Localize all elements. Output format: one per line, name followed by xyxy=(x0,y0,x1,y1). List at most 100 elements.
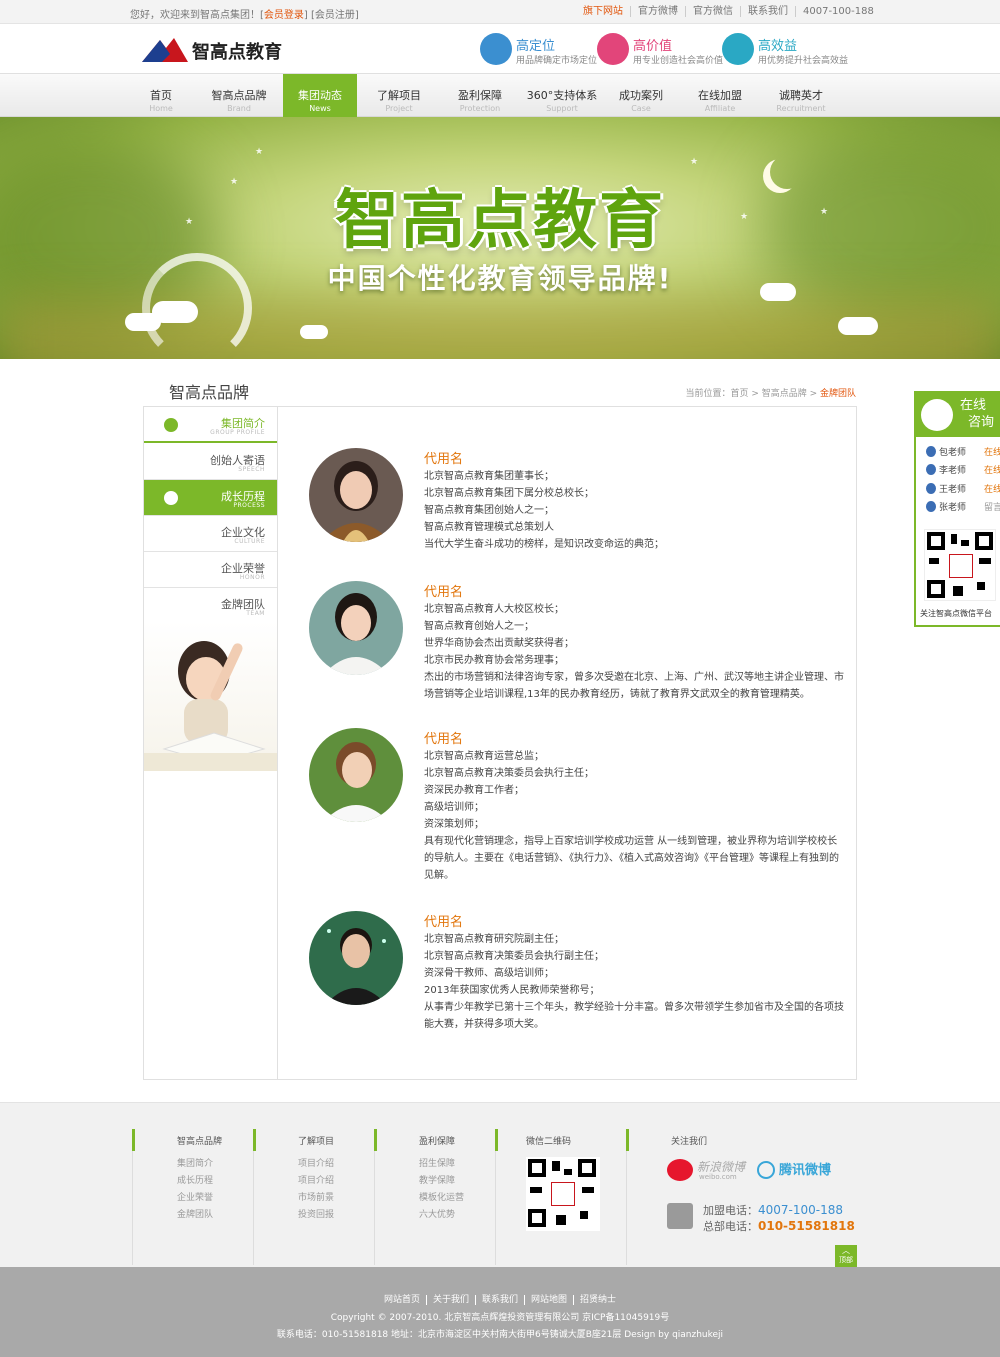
agent-avatar-icon xyxy=(926,464,936,475)
bottom-link-about[interactable]: 关于我们 xyxy=(425,1295,475,1305)
mountain-icon xyxy=(164,491,178,505)
wechat-qr-code xyxy=(526,1157,600,1231)
agent-name: 李老师 xyxy=(939,466,967,476)
register-link[interactable]: 会员注册 xyxy=(315,10,355,21)
nav-label: 了解项目 xyxy=(377,89,421,102)
footer-link[interactable]: 集团简介 xyxy=(177,1156,213,1169)
nav-brand[interactable]: 智高点品牌 Brand xyxy=(202,74,276,117)
team-member: 代用名 北京智高点教育运营总监； 北京智高点教育决策委员会执行主任； 资深民办教… xyxy=(309,728,849,888)
header: 智高点教育 高定位 用品牌确定市场定位 高价值 用专业创造社会高价值 高效益 用… xyxy=(0,24,1000,74)
logo-mountain-icon xyxy=(142,38,188,62)
cloud-icon xyxy=(838,317,878,335)
nav-label: 在线加盟 xyxy=(698,89,742,102)
nav-protection[interactable]: 盈利保障 Protection xyxy=(443,74,517,117)
member-name: 代用名 xyxy=(424,585,464,600)
sidebar-item-speech[interactable]: 创始人寄语 SPEECH xyxy=(144,444,277,480)
login-link[interactable]: 会员登录 xyxy=(264,10,304,21)
footer-link[interactable]: 项目介绍 xyxy=(298,1173,334,1186)
sidebar-item-process[interactable]: 成长历程 PROCESS xyxy=(144,480,277,516)
member-line: 世界华商协会杰出贡献奖获得者； xyxy=(424,638,574,649)
footer-link[interactable]: 市场前景 xyxy=(298,1190,334,1203)
footer-link[interactable]: 项目介绍 xyxy=(298,1156,334,1169)
footer-heading: 关注我们 xyxy=(671,1137,708,1147)
banner-title: 智高点教育 xyxy=(335,184,665,258)
footer-link[interactable]: 六大优势 xyxy=(419,1207,455,1220)
bottom-link-home[interactable]: 网站首页 xyxy=(378,1295,426,1305)
footer-link[interactable]: 企业荣誉 xyxy=(177,1190,213,1203)
sidebar-item-sublabel: SPEECH xyxy=(238,466,265,473)
star-icon: ★ xyxy=(255,147,264,157)
section-title: 智高点品牌 xyxy=(169,383,250,402)
member-description: 北京智高点教育运营总监； 北京智高点教育决策委员会执行主任； 资深民办教育工作者… xyxy=(424,748,844,884)
agent-avatar-icon xyxy=(926,446,936,457)
nav-support[interactable]: 360°支持体系 Support xyxy=(522,74,602,117)
footer-col-protection: 盈利保障 招生保障 教学保障 模板化运营 六大优势 xyxy=(374,1129,494,1265)
feature-sub: 用专业创造社会高价值 xyxy=(633,56,724,66)
top-link-sites[interactable]: 旗下网站 xyxy=(576,6,630,17)
nav-project[interactable]: 了解项目 Project xyxy=(362,74,436,117)
member-photo xyxy=(309,911,403,1005)
back-to-top-button[interactable]: ︿ 顶部 xyxy=(835,1245,857,1267)
nav-home[interactable]: 首页 Home xyxy=(124,74,198,117)
team-member: 代用名 北京智高点教育集团董事长； 北京智高点教育集团下属分校总校长； 智高点教… xyxy=(309,448,849,568)
nav-label: 盈利保障 xyxy=(458,89,502,102)
sidebar-item-profile[interactable]: 集团简介 GROUP PROFILE xyxy=(144,407,277,443)
breadcrumb-path[interactable]: 当前位置：首页 > 智高点品牌 > xyxy=(685,389,820,399)
bottom-link-sitemap[interactable]: 网站地图 xyxy=(524,1295,574,1305)
agent-status: 在线 xyxy=(984,448,1000,458)
breadcrumb: 当前位置：首页 > 智高点品牌 > 金牌团队 xyxy=(685,386,856,399)
agent-avatar-icon xyxy=(926,501,936,512)
sidebar-item-sublabel: PROCESS xyxy=(233,502,265,509)
sidebar-item-sublabel: HONOR xyxy=(239,574,265,581)
copyright-bar: 网站首页 关于我们 联系我们 网站地图 招贤纳士 Copyright © 2007-20… xyxy=(0,1267,1000,1357)
online-consult-panel: 在线 咨询 包老师 在线 李老师 在线 王老师 在线 张老师 留言 关注智高点微信平台 xyxy=(914,391,1000,627)
nav-news[interactable]: 集团动态 News xyxy=(283,74,357,117)
footer-accent xyxy=(374,1129,377,1151)
logo[interactable]: 智高点教育 xyxy=(140,34,285,66)
footer-link[interactable]: 成长历程 xyxy=(177,1173,213,1186)
chart-icon xyxy=(597,33,629,65)
member-line: 当代大学生奋斗成功的榜样，是知识改变命运的典范； xyxy=(424,539,664,550)
nav-sublabel: Case xyxy=(631,104,651,113)
nav-sublabel: News xyxy=(309,104,331,113)
hq-phone: 总部电话：010-51581818 xyxy=(703,1218,855,1234)
footer-heading: 盈利保障 xyxy=(419,1137,456,1147)
top-link-weibo[interactable]: 官方微博 xyxy=(630,6,685,17)
footer-link[interactable]: 模板化运营 xyxy=(419,1190,464,1203)
member-description: 北京智高点教育人大校区校长； 智高点教育创始人之一； 世界华商协会杰出贡献奖获得… xyxy=(424,601,844,703)
agent-name: 王老师 xyxy=(939,485,967,495)
top-phone: 4007-100-188 xyxy=(795,6,881,17)
sidebar-item-sublabel: CULTURE xyxy=(234,538,265,545)
tencent-label: 腾讯微博 xyxy=(779,1163,832,1178)
footer-link[interactable]: 招生保障 xyxy=(419,1156,455,1169)
address-text: 联系电话：010-51581818 地址：北京市海淀区中关村南大街甲6号铸诚大厦… xyxy=(276,1330,724,1340)
footer-accent xyxy=(626,1129,629,1151)
top-link-wechat[interactable]: 官方微信 xyxy=(685,6,740,17)
nav-recruitment[interactable]: 诚聘英才 Recruitment xyxy=(764,74,838,117)
member-line: 2013年获国家优秀人民教师荣誉称号； xyxy=(424,985,600,996)
consult-title-line: 咨询 xyxy=(968,415,995,430)
phone-number: 4007-100-188 xyxy=(758,1203,844,1217)
bottom-link-contact[interactable]: 联系我们 xyxy=(474,1295,524,1305)
tencent-weibo-link[interactable]: 腾讯微博 xyxy=(757,1157,847,1183)
nav-affiliate[interactable]: 在线加盟 Affiliate xyxy=(683,74,757,117)
member-line: 北京智高点教育决策委员会执行主任； xyxy=(424,768,594,779)
member-line: 高级培训师； xyxy=(424,802,484,813)
nav-case[interactable]: 成功案列 Case xyxy=(604,74,678,117)
sina-weibo-link[interactable]: 新浪微博 weibo.com xyxy=(667,1157,757,1183)
sidebar-item-culture[interactable]: 企业文化 CULTURE xyxy=(144,516,277,552)
nav-label: 集团动态 xyxy=(298,89,342,102)
sidebar-item-honor[interactable]: 企业荣誉 HONOR xyxy=(144,552,277,588)
top-links: 旗下网站 官方微博 官方微信 联系我们 4007-100-188 xyxy=(576,6,881,17)
top-link-contact[interactable]: 联系我们 xyxy=(740,6,795,17)
footer-link[interactable]: 金牌团队 xyxy=(177,1207,213,1220)
sidebar: 集团简介 GROUP PROFILE 创始人寄语 SPEECH 成长历程 PROCES… xyxy=(144,407,278,1079)
footer-link[interactable]: 教学保障 xyxy=(419,1173,455,1186)
footer: 智高点品牌 集团简介 成长历程 企业荣誉 金牌团队 了解项目 项目介绍 项目介绍… xyxy=(0,1102,1000,1267)
sidebar-item-team[interactable]: 金牌团队 TEAM xyxy=(144,588,277,624)
nav-sublabel: Project xyxy=(385,104,413,113)
agent-status: 在线 xyxy=(984,466,1000,476)
team-member: 代用名 北京智高点教育人大校区校长； 智高点教育创始人之一； 世界华商协会杰出贡… xyxy=(309,581,849,711)
footer-link[interactable]: 投资回报 xyxy=(298,1207,334,1220)
bottom-link-jobs[interactable]: 招贤纳士 xyxy=(573,1295,623,1305)
